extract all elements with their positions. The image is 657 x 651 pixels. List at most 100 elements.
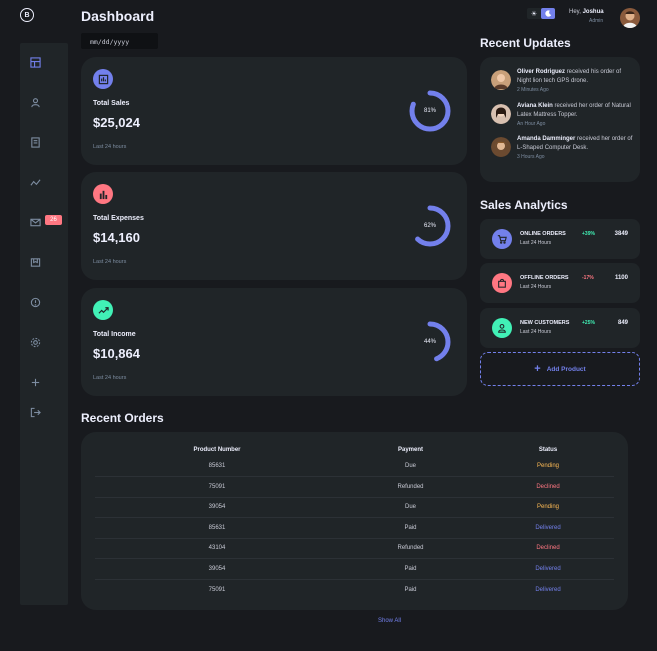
- cart-icon: [492, 229, 512, 249]
- receipt-icon: [30, 136, 40, 148]
- item-title: ONLINE ORDERS: [520, 231, 566, 237]
- status-cell: Delivered: [482, 558, 614, 580]
- inventory-icon: [30, 257, 40, 267]
- progress-percent: 81%: [423, 108, 436, 114]
- sidebar-item-add-product[interactable]: [28, 375, 42, 389]
- user-role: Admin: [589, 18, 604, 24]
- sun-icon[interactable]: ☀: [529, 9, 539, 18]
- status-cell: Pending: [482, 456, 614, 477]
- sidebar-item-dashboard[interactable]: [28, 55, 42, 69]
- total-expenses-card: Total Expenses $14,160 Last 24 hours 62%: [81, 172, 467, 280]
- update-text: Aviana Klein received her order of Natur…: [517, 102, 635, 120]
- card-note: Last 24 hours: [93, 259, 127, 265]
- card-amount: $14,160: [93, 230, 140, 245]
- card-amount: $10,864: [93, 346, 140, 361]
- item-percent: +39%: [582, 231, 595, 237]
- item-title: NEW CUSTOMERS: [520, 320, 570, 326]
- update-text: Oliver Rodriguez received his order of N…: [517, 68, 635, 86]
- total-sales-card: Total Sales $25,024 Last 24 hours 81%: [81, 57, 467, 165]
- table-row: 85631 Due Pending: [95, 456, 614, 477]
- status-cell: Delivered: [535, 586, 561, 593]
- avatar: [491, 137, 511, 157]
- sidebar-item-customers[interactable]: [28, 95, 42, 109]
- grid-icon: [29, 56, 41, 68]
- update-time: 2 Minutes Ago: [517, 87, 549, 93]
- report-icon: [30, 297, 40, 307]
- card-amount: $25,024: [93, 115, 140, 130]
- avatar: [491, 70, 511, 90]
- product-number-cell: 85631: [95, 517, 339, 539]
- payment-cell: Refunded: [339, 538, 482, 559]
- person-icon: [492, 318, 512, 338]
- mail-icon: [29, 218, 41, 226]
- product-number-cell: 75091: [95, 476, 339, 498]
- card-label: Total Expenses: [93, 215, 144, 222]
- analytics-icon: [29, 178, 41, 186]
- update-name: Aviana Klein: [517, 103, 553, 109]
- theme-toggle[interactable]: ☀: [527, 8, 555, 19]
- item-sub: Last 24 Hours: [520, 240, 552, 246]
- recent-updates-panel: Oliver Rodriguez received his order of N…: [480, 57, 640, 182]
- payment-cell: Paid: [339, 558, 482, 580]
- page-title: Dashboard: [81, 8, 155, 24]
- avatar: [491, 104, 511, 124]
- column-header: Product Number: [193, 447, 241, 453]
- sidebar-item-settings[interactable]: [28, 335, 42, 349]
- settings-icon: [30, 337, 40, 347]
- update-name: Oliver Rodriguez: [517, 69, 566, 75]
- card-note: Last 24 hours: [93, 375, 127, 381]
- product-number-cell: 39054: [95, 497, 339, 518]
- progress-percent: 62%: [423, 223, 436, 229]
- payment-cell: Paid: [404, 586, 417, 593]
- status-cell: Declined: [482, 538, 614, 559]
- payment-cell: Paid: [339, 517, 482, 539]
- sidebar-item-analytics[interactable]: [28, 175, 42, 189]
- greeting-text: Hey,: [569, 9, 581, 15]
- sidebar-item-logout[interactable]: [28, 405, 42, 419]
- table-row: 39054 Due Pending: [95, 497, 614, 518]
- profile-avatar[interactable]: [620, 8, 640, 28]
- app-logo: B: [20, 8, 34, 22]
- orders-table: Product Number Payment Status 85631 Due Pe…: [95, 444, 614, 600]
- table-row: 85631 Paid Delivered: [95, 517, 614, 539]
- progress-percent: 44%: [423, 339, 436, 345]
- add-product-label: Add Product: [546, 365, 586, 373]
- update-text: Amanda Damminger received her order of L…: [517, 135, 635, 153]
- status-cell: Delivered: [482, 517, 614, 539]
- card-label: Total Sales: [93, 100, 130, 107]
- table-header-row: Product Number Payment Status: [95, 444, 614, 456]
- payment-cell: Due: [339, 456, 482, 477]
- sidebar-item-reports[interactable]: [28, 295, 42, 309]
- message-count-badge: 26: [45, 215, 62, 225]
- new-customers-item: NEW CUSTOMERS Last 24 Hours +25% 849: [480, 308, 640, 348]
- plus-icon: +: [534, 363, 541, 375]
- sidebar: 26: [20, 43, 68, 605]
- item-sub: Last 24 Hours: [520, 329, 552, 335]
- bag-icon: [492, 273, 512, 293]
- user-icon: [30, 97, 40, 107]
- status-cell: Declined: [482, 476, 614, 498]
- status-cell: Pending: [482, 497, 614, 518]
- item-percent: -17%: [582, 275, 594, 281]
- product-number-cell: 39054: [95, 558, 339, 580]
- moon-icon[interactable]: [541, 8, 555, 19]
- date-input[interactable]: mm/dd/yyyy: [81, 33, 158, 49]
- update-time: An Hour Ago: [517, 121, 546, 127]
- item-value: 3849: [614, 231, 628, 237]
- item-sub: Last 24 Hours: [520, 284, 552, 290]
- online-orders-item: ONLINE ORDERS Last 24 Hours +39% 3849: [480, 219, 640, 259]
- add-icon: [31, 378, 39, 386]
- product-number-cell: 85631: [95, 456, 339, 477]
- card-note: Last 24 hours: [93, 144, 127, 150]
- show-all-link[interactable]: Show All: [378, 618, 401, 624]
- sidebar-item-orders[interactable]: [28, 135, 42, 149]
- column-header: Payment: [397, 447, 423, 453]
- item-value: 1100: [614, 275, 628, 281]
- add-product-button[interactable]: + Add Product: [480, 352, 640, 386]
- sidebar-item-products[interactable]: [28, 255, 42, 269]
- product-number-cell: 75091: [208, 586, 226, 593]
- recent-orders-panel: Product Number Payment Status 85631 Due Pe…: [81, 432, 628, 610]
- recent-updates-title: Recent Updates: [480, 36, 571, 50]
- payment-cell: Refunded: [339, 476, 482, 498]
- sidebar-item-messages[interactable]: [28, 215, 42, 229]
